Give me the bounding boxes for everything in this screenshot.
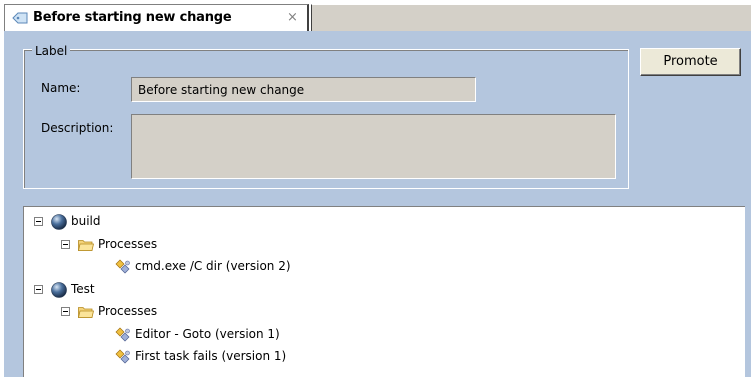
collapse-icon[interactable]: [34, 217, 43, 226]
globe-icon: [50, 213, 68, 231]
collapse-icon[interactable]: [34, 284, 43, 294]
description-field[interactable]: [131, 114, 616, 179]
tree-node-label: cmd.exe /C dir (version 2): [135, 259, 291, 273]
tree-node-label: Processes: [98, 304, 158, 318]
tree-node-label: build: [71, 214, 101, 228]
tree-node[interactable]: build: [24, 213, 724, 231]
tree-node[interactable]: Editor - Goto (version 1): [24, 326, 724, 344]
process-icon: [114, 326, 132, 344]
tree-node[interactable]: Processes: [24, 236, 724, 254]
description-label: Description:: [41, 121, 114, 135]
tree-node[interactable]: First task fails (version 1): [24, 348, 724, 366]
tree-node[interactable]: Test: [24, 281, 724, 299]
close-icon[interactable]: ×: [287, 10, 298, 25]
name-field[interactable]: [131, 77, 476, 102]
tab-strip-background: [311, 4, 751, 33]
tab-title: Before starting new change: [33, 10, 232, 25]
tree-node[interactable]: Processes: [24, 303, 724, 321]
name-label: Name:: [41, 81, 81, 95]
tab-strip: Before starting new change ×: [0, 0, 751, 33]
process-icon: [114, 258, 132, 276]
tab-label-editor[interactable]: Before starting new change ×: [4, 4, 309, 31]
label-editor-panel: Label Name: Description: Promote build Pr…: [4, 31, 751, 377]
label-icon: [12, 12, 28, 24]
process-tree[interactable]: build Processes cmd.exe /C dir (version 2)…: [23, 206, 745, 377]
tree-node-label: Editor - Goto (version 1): [135, 326, 280, 341]
collapse-icon[interactable]: [61, 239, 70, 249]
collapse-icon[interactable]: [61, 307, 70, 316]
promote-button[interactable]: Promote: [640, 48, 741, 76]
folder-icon: [77, 236, 95, 254]
tree-node[interactable]: cmd.exe /C dir (version 2): [24, 258, 724, 276]
globe-icon: [50, 281, 68, 299]
folder-icon: [77, 303, 95, 321]
tree-node-label: Test: [71, 281, 95, 296]
label-groupbox-legend: Label: [32, 44, 71, 58]
tree-node-label: First task fails (version 1): [135, 349, 287, 363]
process-icon: [114, 348, 132, 366]
tree-node-label: Processes: [98, 236, 158, 251]
